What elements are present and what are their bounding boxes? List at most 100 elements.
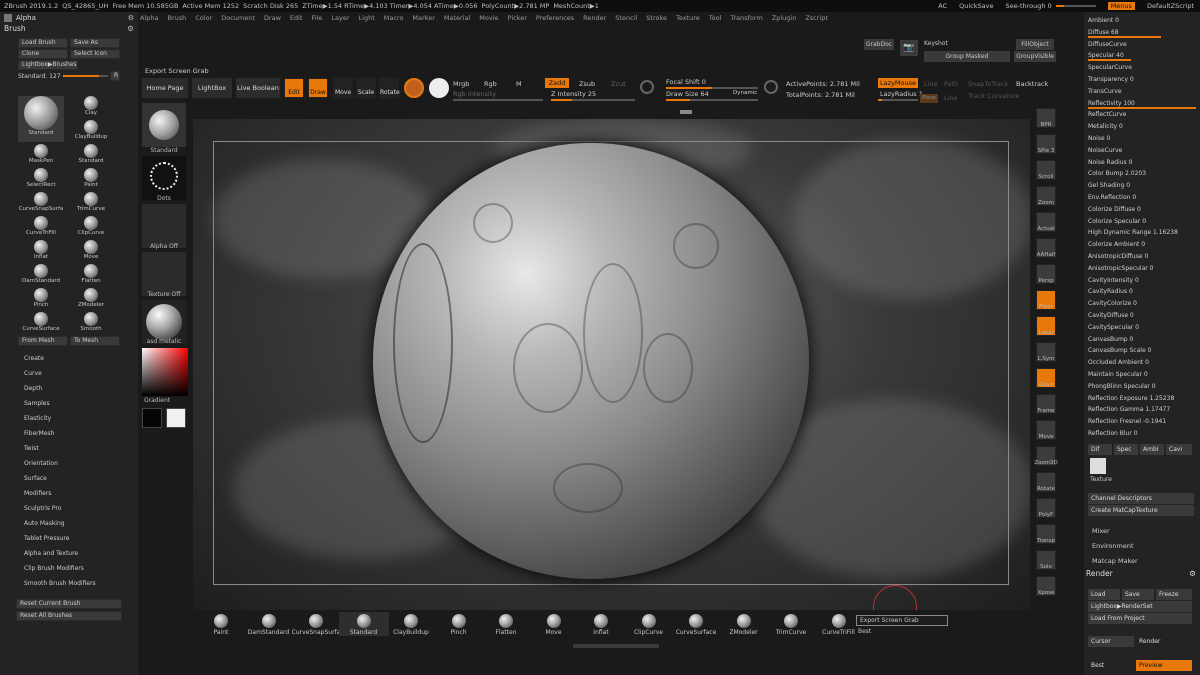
r-button[interactable]: R	[110, 71, 120, 81]
mrgb-button[interactable]: Mrgb	[453, 80, 469, 88]
pin-icon[interactable]: ⚙	[127, 24, 134, 33]
menu-draw[interactable]: Draw	[264, 14, 281, 26]
live-boolean-button[interactable]: Live Boolean	[236, 78, 280, 98]
material-slider-reflection-fresnel[interactable]: Reflection Fresnel -0.1941	[1088, 417, 1196, 427]
rgb-intensity-track[interactable]	[453, 99, 543, 101]
color-picker[interactable]	[142, 348, 188, 396]
see-through-slider[interactable]: See-through 0	[1005, 2, 1096, 10]
menu-texture[interactable]: Texture	[676, 14, 700, 26]
menu-layer[interactable]: Layer	[331, 14, 349, 26]
material-slider-reflection-exposure[interactable]: Reflection Exposure 1.25238	[1088, 394, 1196, 404]
material-slider-canvasbump[interactable]: CanvasBump 0	[1088, 335, 1196, 345]
zcut-button[interactable]: Zcut	[611, 80, 626, 88]
subpalette-orientation[interactable]: Orientation	[24, 460, 58, 467]
render-freeze-button[interactable]: Freeze	[1156, 589, 1192, 600]
zadd-button[interactable]: Zadd	[545, 78, 569, 88]
material-slider-anisotropicdiffuse[interactable]: AnisotropicDiffuse 0	[1088, 252, 1196, 262]
reset-all-brushes-button[interactable]: Reset All Brushes	[16, 611, 122, 621]
lazymouse-button[interactable]: LazyMouse	[878, 78, 918, 88]
brush-standard[interactable]: Standard	[18, 96, 64, 142]
material-slider-high-dynamic-range[interactable]: High Dynamic Range 1.16238	[1088, 228, 1196, 238]
material-slider-cavityradius[interactable]: CavityRadius 0	[1088, 287, 1196, 297]
bottom-brush-move[interactable]: Move	[529, 612, 579, 636]
material-slider-maintain-specular[interactable]: Maintain Specular 0	[1088, 370, 1196, 380]
home-page-button[interactable]: Home Page	[142, 78, 188, 98]
default-zscript-button[interactable]: DefaultZScript	[1147, 2, 1194, 10]
dots-stroke-tile[interactable]	[142, 156, 186, 200]
bottom-brush-damstandard[interactable]: DamStandard	[244, 612, 294, 636]
subpalette-samples[interactable]: Samples	[24, 400, 50, 407]
menu-transform[interactable]: Transform	[730, 14, 762, 26]
render-save-button[interactable]: Save	[1122, 589, 1154, 600]
menu-brush[interactable]: Brush	[167, 14, 186, 26]
brush-damstandard[interactable]: DamStandard	[18, 264, 64, 288]
material-slider-cavitycolorize[interactable]: CavityColorize 0	[1088, 299, 1196, 309]
load-from-project-button[interactable]: Load From Project	[1088, 613, 1192, 624]
bottom-brush-standard[interactable]: Standard	[338, 612, 389, 636]
subpalette-depth[interactable]: Depth	[24, 385, 42, 392]
menu-stencil[interactable]: Stencil	[615, 14, 637, 26]
menu-stroke[interactable]: Stroke	[646, 14, 667, 26]
best-button[interactable]: Best	[1088, 660, 1134, 671]
current-brush-tile[interactable]	[142, 103, 186, 147]
material-sphere-icon[interactable]	[404, 78, 424, 98]
focal-shift-slider[interactable]: Focal Shift 0	[666, 78, 706, 86]
menus-button[interactable]: Menus	[1107, 2, 1135, 10]
texture-thumb[interactable]	[1090, 458, 1106, 474]
draw-size-track[interactable]	[666, 99, 758, 101]
material-slider-gel-shading[interactable]: Gel Shading 0	[1088, 181, 1196, 191]
menu-picker[interactable]: Picker	[508, 14, 527, 26]
bottom-brush-paint[interactable]: Paint	[196, 612, 246, 636]
brush-clay[interactable]: Clay	[68, 96, 114, 120]
material-slider-reflectivity[interactable]: Reflectivity 100	[1088, 99, 1196, 109]
m-button[interactable]: M	[516, 80, 522, 88]
pin-icon[interactable]: ⚙	[128, 14, 134, 22]
render-load-button[interactable]: Load	[1088, 589, 1120, 600]
bottom-brush-flatten[interactable]: Flatten	[481, 612, 531, 636]
tab-dif[interactable]: Dif	[1088, 444, 1112, 455]
select-icon-button[interactable]: Select Icon	[70, 49, 120, 59]
to-mesh-button[interactable]: To Mesh	[70, 336, 120, 346]
brush-trimcurve[interactable]: TrimCurve	[68, 192, 114, 216]
material-slider-reflectcurve[interactable]: ReflectCurve	[1088, 110, 1196, 120]
material-slider-diffuse[interactable]: Diffuse 68	[1088, 28, 1196, 38]
lightbox-button[interactable]: LightBox	[192, 78, 232, 98]
export-screen-grab-button[interactable]: Export Screen Grab	[856, 615, 948, 626]
material-slider-reflection-blur[interactable]: Reflection Blur 0	[1088, 429, 1196, 439]
material-slider-colorize-ambient[interactable]: Colorize Ambient 0	[1088, 240, 1196, 250]
save-as-button[interactable]: Save As	[70, 38, 120, 48]
ac-button[interactable]: AC	[938, 2, 947, 10]
brush-flatten[interactable]: Flatten	[68, 264, 114, 288]
menu-macro[interactable]: Macro	[384, 14, 404, 26]
menu-movie[interactable]: Movie	[479, 14, 498, 26]
material-slider-specularcurve[interactable]: SpecularCurve	[1088, 63, 1196, 73]
tab-ambi[interactable]: Ambi	[1140, 444, 1164, 455]
backtrack-button[interactable]: Backtrack	[1016, 80, 1048, 88]
texture-tile[interactable]	[142, 252, 186, 296]
keyshot-button[interactable]: Keyshot	[924, 40, 948, 47]
material-slider-color-bump[interactable]: Color Bump 2.0203	[1088, 169, 1196, 179]
menu-color[interactable]: Color	[195, 14, 212, 26]
rgb-button[interactable]: Rgb	[484, 80, 497, 88]
subpalette-clip-brush-modifiers[interactable]: Clip Brush Modifiers	[24, 565, 84, 572]
material-slider-reflection-gamma[interactable]: Reflection Gamma 1.17477	[1088, 405, 1196, 415]
environment-subpalette[interactable]: Environment	[1092, 542, 1134, 550]
menu-alpha[interactable]: Alpha	[140, 14, 158, 26]
bottom-brush-curvesnapsurfa[interactable]: CurveSnapSurfa	[291, 612, 341, 636]
brush-inflat[interactable]: Inflat	[18, 240, 64, 264]
snaptotrack-button[interactable]: SnapToTrack	[968, 80, 1008, 88]
brush-curvesurface[interactable]: CurveSurface	[18, 312, 64, 336]
menu-material[interactable]: Material	[444, 14, 470, 26]
lightbox-brushes-button[interactable]: Lightbox▶Brushes	[18, 60, 78, 70]
fillobject-button[interactable]: FillObject	[1016, 39, 1054, 50]
brush-curvetrifill[interactable]: CurveTriFill	[18, 216, 64, 240]
brush-clipcurve[interactable]: ClipCurve	[68, 216, 114, 240]
brush-curvesnapsurfa[interactable]: CurveSnapSurfa	[18, 192, 64, 216]
matcap-maker-subpalette[interactable]: Matcap Maker	[1092, 557, 1138, 565]
menu-zplugin[interactable]: Zplugin	[772, 14, 797, 26]
mixer-subpalette[interactable]: Mixer	[1092, 527, 1110, 535]
lightbox-renderset-button[interactable]: Lightbox▶RenderSet	[1088, 601, 1192, 612]
dynamic-button[interactable]: Dynamic	[733, 90, 757, 96]
rgb-intensity-slider[interactable]: Rgb Intensity	[453, 90, 496, 98]
menu-preferences[interactable]: Preferences	[536, 14, 574, 26]
